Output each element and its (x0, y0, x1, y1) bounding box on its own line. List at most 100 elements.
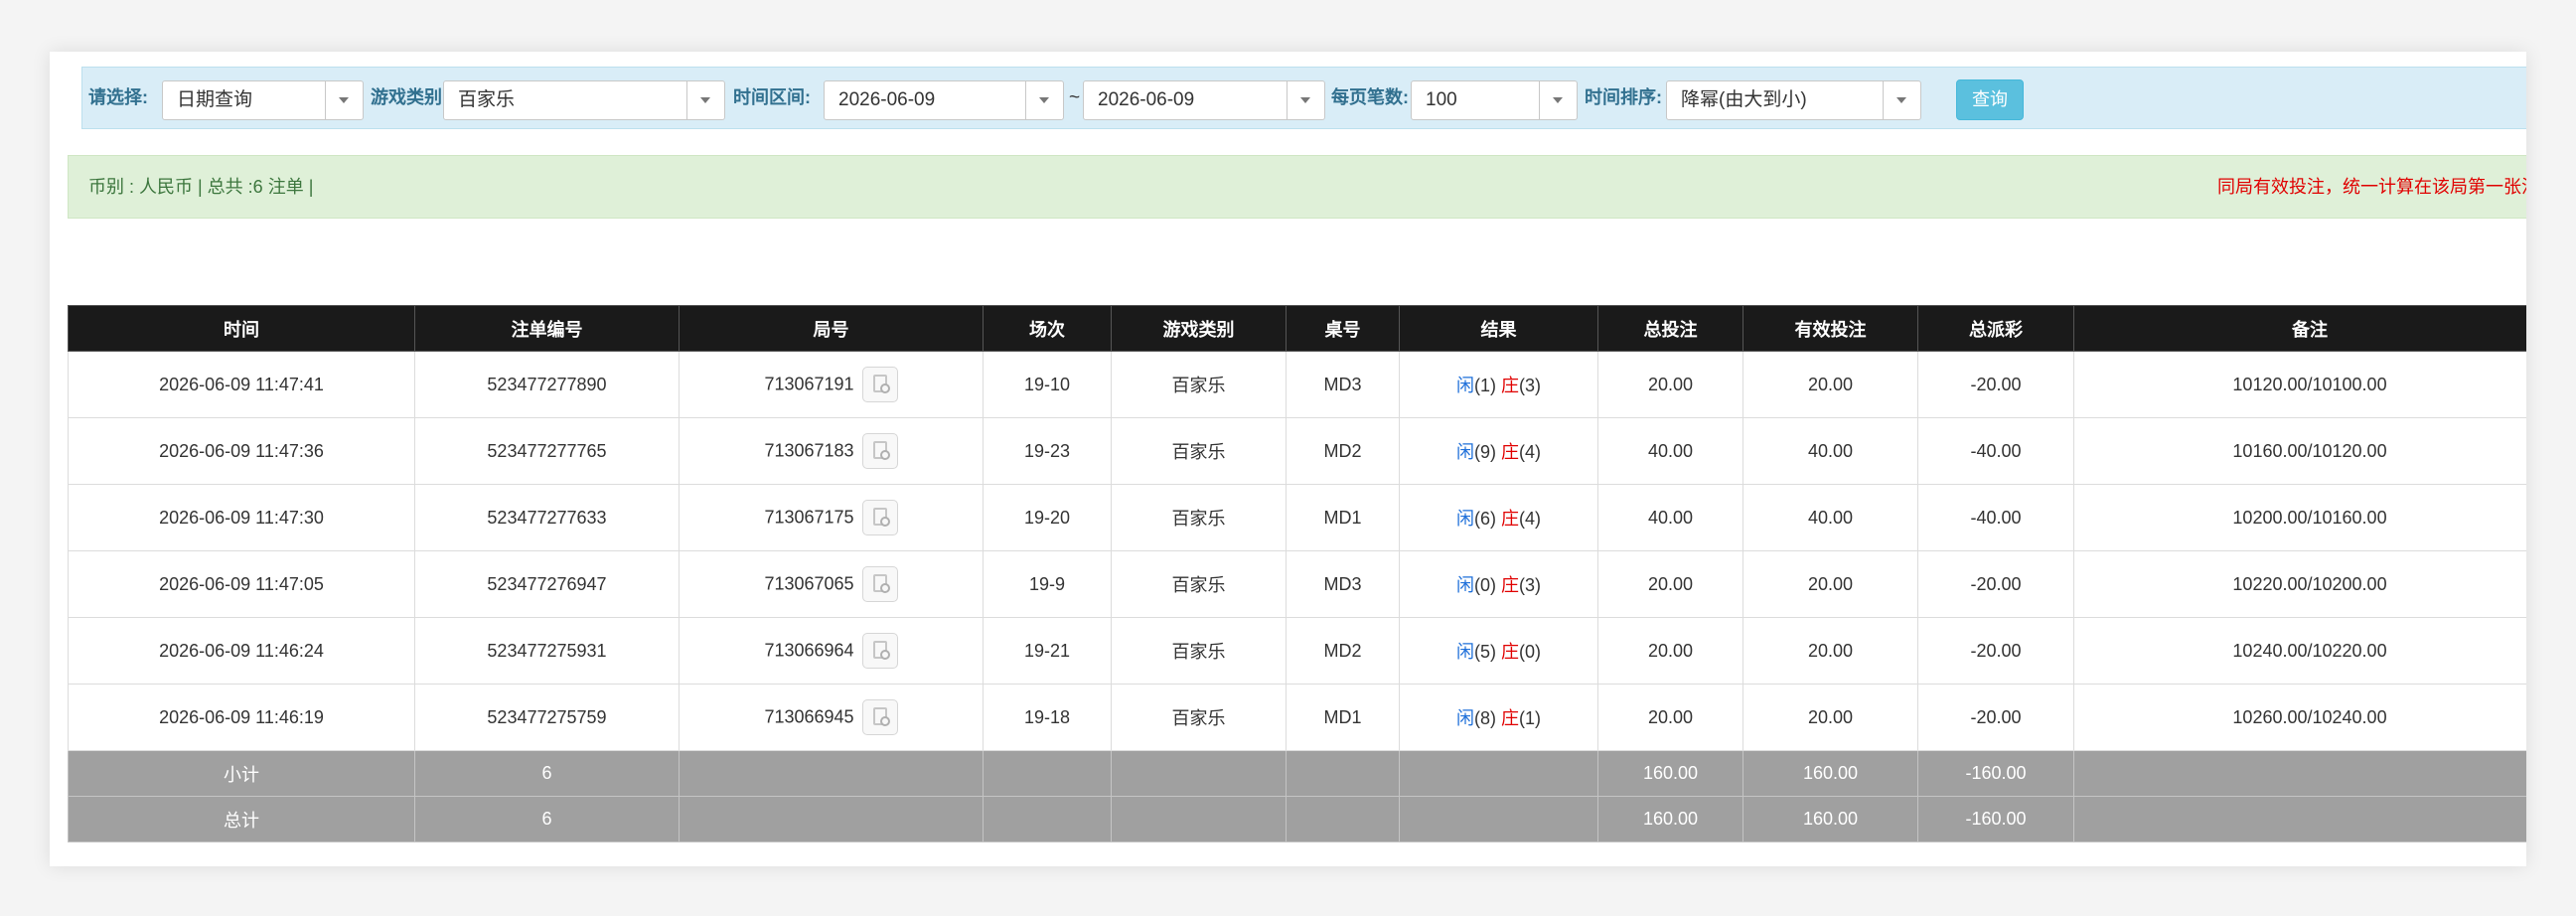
round-detail-icon[interactable] (861, 433, 898, 469)
cell-payout: -20.00 (1917, 550, 2074, 618)
cell-result: 闲(1) 庄(3) (1399, 351, 1598, 418)
round-detail-icon[interactable] (861, 367, 898, 402)
banker-score: (4) (1519, 509, 1541, 529)
round-detail-icon[interactable] (861, 699, 898, 735)
cell-bet-id: 523477276947 (414, 550, 680, 618)
chevron-down-icon (1896, 97, 1906, 103)
cell-time: 2026-06-09 11:47:30 (68, 484, 415, 551)
grand-total-total-bet: 160.00 (1597, 796, 1743, 842)
cell-table: MD3 (1286, 550, 1400, 618)
query-mode-select[interactable]: 日期查询 (162, 80, 364, 120)
cell-total-bet[interactable]: 20.00 (1597, 351, 1743, 418)
report-panel: 请选择: 日期查询 游戏类别 百家乐 时间区间: 2026-06-09 ~ 20… (50, 52, 2526, 866)
date-to-dropdown-arrow[interactable] (1287, 81, 1324, 119)
cell-game: 百家乐 (1111, 417, 1287, 485)
cell-session: 19-23 (983, 417, 1112, 485)
cell-session: 19-18 (983, 684, 1112, 751)
cell-time: 2026-06-09 11:47:41 (68, 351, 415, 418)
cell-total-bet[interactable]: 40.00 (1597, 484, 1743, 551)
cell-table: MD2 (1286, 617, 1400, 685)
cell-valid-bet: 20.00 (1743, 351, 1918, 418)
subtotal-count: 6 (414, 750, 680, 797)
banker-score: (1) (1519, 708, 1541, 728)
cell-payout: -20.00 (1917, 684, 2074, 751)
sort-label: 时间排序: (1585, 87, 1662, 107)
sort-dropdown-arrow[interactable] (1883, 81, 1920, 119)
column-header-total-bet: 总投注 (1597, 305, 1743, 352)
banker-score: (0) (1519, 642, 1541, 662)
cell-total-bet[interactable]: 20.00 (1597, 550, 1743, 618)
cell-remark: 10260.00/10240.00 (2073, 684, 2526, 751)
cell-result: 闲(5) 庄(0) (1399, 617, 1598, 685)
cell-game: 百家乐 (1111, 617, 1287, 685)
player-score: (8) (1473, 708, 1496, 728)
column-header-time: 时间 (68, 305, 415, 352)
cell-total-bet[interactable]: 20.00 (1597, 617, 1743, 685)
cell-remark: 10160.00/10120.00 (2073, 417, 2526, 485)
cell-game: 百家乐 (1111, 484, 1287, 551)
round-detail-icon[interactable] (861, 500, 898, 535)
cell-total-bet[interactable]: 40.00 (1597, 417, 1743, 485)
player-score: (9) (1473, 442, 1496, 462)
game-type-value: 百家乐 (458, 89, 516, 110)
date-from-dropdown-arrow[interactable] (1025, 81, 1063, 119)
cell-bet-id: 523477275931 (414, 617, 680, 685)
query-mode-dropdown-arrow[interactable] (325, 81, 363, 119)
time-range-label: 时间区间: (733, 87, 811, 107)
game-type-select[interactable]: 百家乐 (443, 80, 725, 120)
cell-table: MD2 (1286, 417, 1400, 485)
player-label: 闲 (1455, 376, 1474, 395)
round-number: 713066945 (764, 706, 854, 727)
cell-payout: -20.00 (1917, 351, 2074, 418)
date-from-select[interactable]: 2026-06-09 (824, 80, 1064, 120)
banker-label: 庄 (1501, 376, 1519, 395)
column-header-round: 局号 (679, 305, 984, 352)
magnifier-icon (879, 583, 890, 593)
filter-bar: 请选择: 日期查询 游戏类别 百家乐 时间区间: 2026-06-09 ~ 20… (81, 67, 2526, 129)
date-to-value: 2026-06-09 (1098, 89, 1195, 110)
banker-label: 庄 (1501, 642, 1519, 662)
date-to-select[interactable]: 2026-06-09 (1083, 80, 1325, 120)
cell-table: MD1 (1286, 484, 1400, 551)
magnifier-icon (879, 383, 890, 393)
round-number: 713066964 (764, 640, 854, 661)
cell-table: MD1 (1286, 684, 1400, 751)
cell-session: 19-20 (983, 484, 1112, 551)
cell-bet-id: 523477277633 (414, 484, 680, 551)
per-page-select[interactable]: 100 (1411, 80, 1578, 120)
chevron-down-icon (339, 97, 349, 103)
table-row: 2026-06-09 11:47:41 523477277890 7130671… (68, 351, 2526, 418)
game-type-dropdown-arrow[interactable] (686, 81, 724, 119)
table-row: 2026-06-09 11:47:05 523477276947 7130670… (68, 550, 2526, 618)
cell-session: 19-10 (983, 351, 1112, 418)
cell-bet-id: 523477275759 (414, 684, 680, 751)
banker-score: (3) (1519, 376, 1541, 395)
player-score: (0) (1473, 575, 1496, 595)
per-page-dropdown-arrow[interactable] (1539, 81, 1577, 119)
player-label: 闲 (1455, 708, 1474, 728)
player-score: (6) (1473, 509, 1496, 529)
cell-remark: 10120.00/10100.00 (2073, 351, 2526, 418)
cell-payout: -40.00 (1917, 484, 2074, 551)
subtotal-row: 小计 6 160.00 160.00 -160.00 (68, 750, 2526, 797)
query-button[interactable]: 查询 (1956, 79, 2024, 120)
grand-total-row: 总计 6 160.00 160.00 -160.00 (68, 796, 2526, 842)
select-label: 请选择: (88, 87, 148, 107)
round-detail-icon[interactable] (861, 566, 898, 602)
date-from-value: 2026-06-09 (838, 89, 936, 110)
cell-remark: 10220.00/10200.00 (2073, 550, 2526, 618)
sort-select[interactable]: 降幂(由大到小) (1666, 80, 1921, 120)
cell-payout: -20.00 (1917, 617, 2074, 685)
round-detail-icon[interactable] (861, 633, 898, 669)
banker-label: 庄 (1501, 575, 1519, 595)
cell-result: 闲(9) 庄(4) (1399, 417, 1598, 485)
cell-total-bet[interactable]: 20.00 (1597, 684, 1743, 751)
info-bar: 币别 : 人民币 | 总共 :6 注单 | 同局有效投注，统一计算在该局第一张注… (68, 155, 2526, 219)
cell-valid-bet: 20.00 (1743, 617, 1918, 685)
query-mode-value: 日期查询 (177, 89, 253, 110)
chevron-down-icon (1553, 97, 1563, 103)
player-score: (5) (1473, 642, 1496, 662)
column-header-valid-bet: 有效投注 (1743, 305, 1918, 352)
grand-total-payout: -160.00 (1917, 796, 2074, 842)
chevron-down-icon (1300, 97, 1310, 103)
